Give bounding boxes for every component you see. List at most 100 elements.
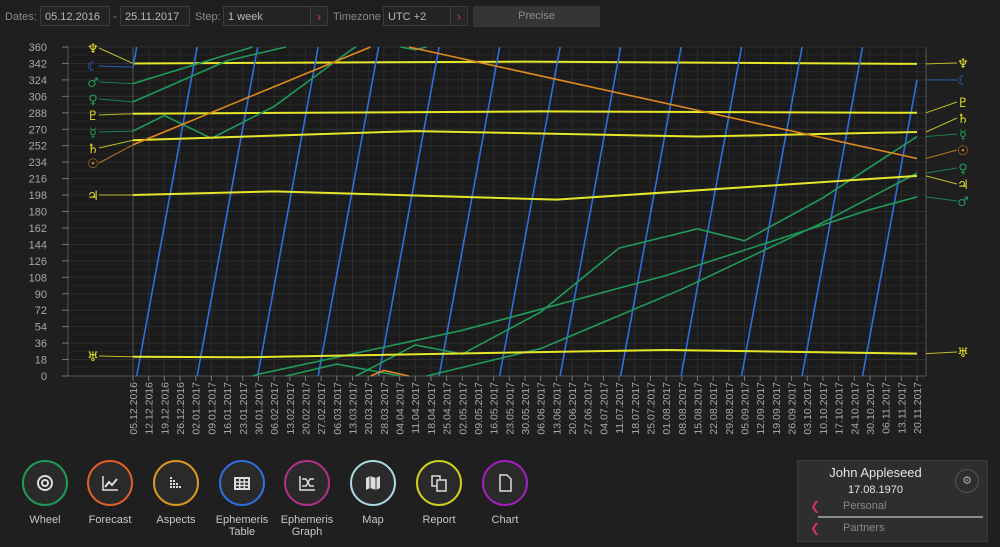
mars-glyph-end: ♂ (957, 195, 969, 210)
step-label: Step: (195, 11, 221, 23)
x-tick-label: 05.12.2016 (128, 382, 140, 435)
date-from-input[interactable]: 05.12.2016 (40, 6, 110, 26)
profile-card: John Appleseed 17.08.1970 ⚙ ❮ Personal ❮… (797, 460, 988, 542)
x-tick-label: 13.03.2017 (348, 382, 360, 435)
dates-label: Dates: (5, 11, 37, 23)
chevron-left-icon: ❮ (810, 499, 821, 513)
profile-name: John Appleseed (829, 465, 922, 480)
dock-ephemeris-graph-button[interactable]: Ephemeris Graph (274, 460, 340, 538)
map-icon (350, 460, 396, 506)
step-select[interactable]: 1 week (223, 6, 311, 26)
saturn-glyph-end: ♄ (957, 112, 969, 127)
x-tick-label: 11.04.2017 (410, 382, 422, 434)
sun-glyph-start: ☉ (87, 157, 99, 172)
x-tick-label: 06.11.2017 (881, 382, 893, 434)
y-tick-label: 342 (29, 58, 47, 70)
dock-label: Report (422, 514, 456, 526)
jupiter-glyph-end: ♃ (957, 178, 969, 193)
dock-aspects-button[interactable]: Aspects (143, 460, 209, 526)
y-tick-label: 234 (29, 157, 47, 169)
dock-report-button[interactable]: Report (406, 460, 472, 526)
uranus-glyph-end: ♅ (957, 346, 969, 361)
chart-icon (482, 460, 528, 506)
graph-icon (284, 460, 330, 506)
y-tick-label: 108 (29, 272, 47, 284)
x-tick-label: 06.06.2017 (536, 382, 548, 435)
x-tick-label: 04.04.2017 (395, 382, 407, 435)
partners-label: Partners (843, 522, 885, 534)
x-tick-label: 12.09.2017 (755, 382, 767, 435)
mercury-glyph-end: ☿ (959, 128, 967, 143)
gear-icon[interactable]: ⚙ (955, 469, 979, 493)
x-tick-label: 08.08.2017 (677, 382, 689, 435)
dock-chart-button[interactable]: Chart (472, 460, 538, 526)
x-tick-label: 12.12.2016 (144, 382, 156, 435)
precise-button[interactable]: Precise (473, 6, 600, 27)
x-tick-label: 06.03.2017 (332, 382, 344, 435)
wheel-icon (22, 460, 68, 506)
y-tick-label: 126 (29, 256, 47, 268)
x-tick-label: 10.10.2017 (818, 382, 830, 435)
dock-label: Aspects (156, 514, 196, 526)
x-tick-label: 05.09.2017 (740, 382, 752, 435)
x-tick-label: 26.12.2016 (175, 382, 187, 435)
x-tick-label: 13.11.2017 (896, 382, 908, 434)
venus-glyph-start: ♀ (88, 93, 98, 108)
x-tick-label: 09.01.2017 (206, 382, 218, 435)
y-tick-label: 162 (29, 223, 47, 235)
y-tick-label: 180 (29, 207, 47, 219)
partners-item[interactable]: ❮ Partners (810, 519, 980, 537)
x-tick-label: 30.01.2017 (253, 382, 265, 435)
ephemeris-graph: 0 18 36 54 72 90 108 126 144 162 180 198 216 234 252 27… (29, 42, 969, 435)
dock-wheel-button[interactable]: Wheel (12, 460, 78, 526)
moon-glyph-start: ☾ (87, 60, 99, 75)
mars-glyph-start: ♂ (87, 76, 99, 91)
dock-map-button[interactable]: Map (340, 460, 406, 526)
profile-birth-date: 17.08.1970 (847, 484, 904, 496)
x-tick-label: 16.01.2017 (222, 382, 234, 435)
x-tick-label: 22.08.2017 (708, 382, 720, 435)
mercury-end-leader (925, 133, 958, 138)
moon-glyph-end: ☾ (957, 74, 969, 89)
x-tick-label: 26.09.2017 (787, 382, 799, 435)
saturn-end-leader (925, 117, 958, 133)
y-tick-label: 252 (29, 141, 47, 153)
personal-item[interactable]: ❮ Personal (810, 497, 980, 515)
x-tick-label: 29.08.2017 (724, 382, 736, 435)
neptune-end-leader (925, 62, 958, 65)
report-icon (416, 460, 462, 506)
x-tick-label: 01.08.2017 (661, 382, 673, 435)
divider (818, 516, 983, 518)
uranus-end-leader (925, 351, 958, 355)
dock-label: Map (362, 514, 384, 526)
date-to-input[interactable]: 25.11.2017 (120, 6, 190, 26)
neptune-glyph-start: ♆ (87, 42, 99, 57)
timezone-select[interactable]: UTC +2 (383, 6, 451, 26)
dock-label: Forecast (88, 514, 132, 526)
timezone-chevron-icon[interactable]: › (450, 6, 468, 26)
table-icon (219, 460, 265, 506)
venus-end-leader (925, 167, 958, 174)
dock-label: Wheel (29, 514, 61, 526)
y-tick-label: 324 (29, 75, 47, 87)
aspects-icon (153, 460, 199, 506)
sun-glyph-end: ☉ (957, 144, 969, 159)
x-tick-label: 20.06.2017 (567, 382, 579, 435)
x-tick-label: 11.07.2017 (614, 382, 626, 434)
dock-forecast-button[interactable]: Forecast (77, 460, 143, 526)
x-tick-label: 19.09.2017 (771, 382, 783, 435)
step-chevron-icon[interactable]: › (310, 6, 328, 26)
dock-ephemeris-table-button[interactable]: Ephemeris Table (209, 460, 275, 538)
x-tick-label: 20.03.2017 (363, 382, 375, 435)
venus-glyph-end: ♀ (958, 162, 968, 177)
x-tick-label: 23.05.2017 (504, 382, 516, 435)
pluto-end-leader (925, 101, 958, 114)
y-tick-label: 18 (35, 355, 47, 367)
neptune-glyph-end: ♆ (957, 57, 969, 72)
x-tick-label: 20.11.2017 (912, 382, 924, 434)
jupiter-glyph-start: ♃ (87, 189, 99, 204)
saturn-glyph-start: ♄ (87, 142, 99, 157)
x-tick-label: 20.02.2017 (300, 382, 312, 435)
x-tick-label: 24.10.2017 (849, 382, 861, 435)
x-tick-label: 03.10.2017 (802, 382, 814, 435)
